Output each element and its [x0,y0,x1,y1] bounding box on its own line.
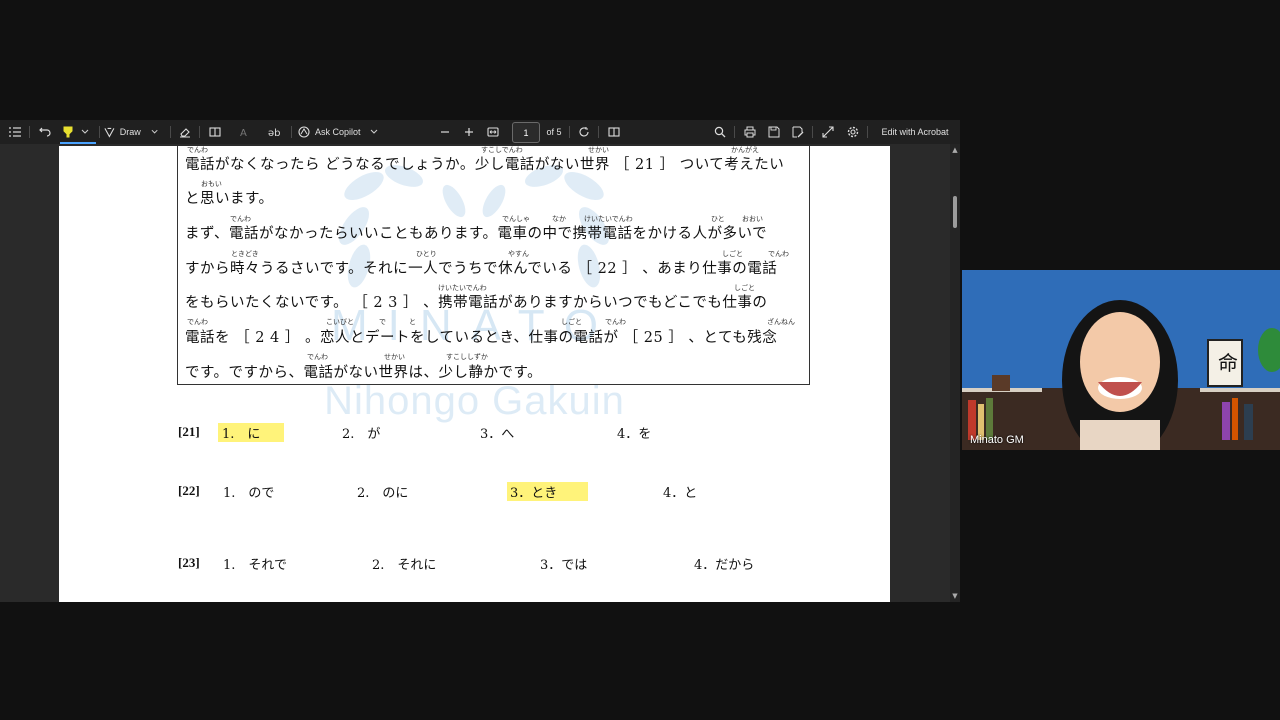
read-aloud-icon[interactable]: əb [266,120,286,144]
option-21-2[interactable]: 2. が [342,423,380,442]
question-22: [22] [178,483,200,499]
zoom-out-icon[interactable] [436,120,454,144]
edit-with-acrobat-button[interactable]: Edit with Acrobat [874,120,956,144]
option-22-3[interactable]: 3．とき [507,482,588,501]
question-21: [21] [178,424,200,440]
svg-text:əb: əb [268,128,281,138]
contents-icon[interactable] [6,120,24,144]
undo-icon[interactable] [36,120,54,144]
print-icon[interactable] [741,120,759,144]
page-view-icon[interactable] [605,120,623,144]
passage-line: です。ですから、電話がない世界は、少し静かです。 [185,365,543,381]
option-22-4[interactable]: 4．と [663,482,697,501]
pdf-page: MINATO Nihongo Gakuin でんわ すこしでんわ せかい かんが… [59,146,890,602]
gear-icon[interactable] [844,120,862,144]
option-23-4[interactable]: 4．だから [694,554,754,573]
option-21-4[interactable]: 4．を [617,423,651,442]
copilot-icon [298,126,310,138]
passage-line: と思います。 [185,191,274,207]
option-21-1[interactable]: 1. に [218,423,284,442]
question-number: [23] [178,555,200,570]
chevron-down-icon [370,129,377,134]
passage-line: 電話を ［ 2 4 ］ 。恋人とデートをしているとき、仕事の電話が ［ 25 ］… [185,330,778,346]
question-number: [22] [178,483,200,498]
participant-video: 命 Minato GM [962,270,1280,450]
passage-line: すから時々うるさいです。それに一人でうちで休んでいる ［ 22 ］ 、あまり仕事… [185,261,778,277]
page-number-input[interactable]: 1 [512,122,540,143]
search-icon[interactable] [711,120,729,144]
zoom-in-icon[interactable] [460,120,478,144]
passage-line: まず、電話がなかったらいいこともあります。電車の中で携帯電話をかける人が多いで [185,226,768,242]
fit-width-icon[interactable] [484,120,502,144]
chevron-down-icon [151,129,158,134]
scroll-thumb[interactable] [953,196,957,228]
option-21-3[interactable]: 3．へ [480,423,514,442]
reading-passage: でんわ すこしでんわ せかい かんがえ おもい でんわ でんしゃ なか けいたい… [177,146,810,385]
ask-copilot-button[interactable]: Ask Copilot [298,120,382,144]
document-area: MINATO Nihongo Gakuin でんわ すこしでんわ せかい かんが… [0,144,960,602]
text-format-icon: A [236,120,254,144]
pdf-toolbar: Draw A əb Ask Copilot 1 of 5 Edit with A… [0,120,960,144]
participant-name: Minato GM [970,434,1024,446]
highlight-icon[interactable] [58,120,78,144]
passage-line: 電話がなくなったら どうなるでしょうか。少し電話がない世界 ［ 21 ］ ついて… [185,157,785,173]
option-22-2[interactable]: 2. のに [357,482,408,501]
video-frame-image: 命 [962,270,1280,450]
draw-icon [104,127,115,138]
draw-label: Draw [119,127,141,137]
passage-line: をもらいたくないです。 ［ 2 3 ］ 、携帯電話がありますからいつでもどこでも… [185,295,768,311]
ask-copilot-label: Ask Copilot [315,127,361,137]
rotate-icon[interactable] [575,120,593,144]
option-23-3[interactable]: 3．では [540,554,587,573]
watermark-subtitle: Nihongo Gakuin [324,379,625,423]
save-icon[interactable] [765,120,783,144]
pdf-viewer: Draw A əb Ask Copilot 1 of 5 Edit with A… [0,120,960,602]
option-22-1[interactable]: 1. ので [223,482,274,501]
svg-text:A: A [240,128,247,138]
scroll-down-icon[interactable]: ▼ [951,592,959,600]
option-23-2[interactable]: 2. それに [372,554,436,573]
expand-icon[interactable] [819,120,837,144]
eraser-icon[interactable] [176,120,194,144]
question-number: [21] [178,424,200,439]
vertical-scrollbar[interactable]: ▲ ▼ [950,144,960,602]
scroll-up-icon[interactable]: ▲ [951,146,959,154]
save-as-icon[interactable] [789,120,807,144]
page-total: of 5 [546,127,562,137]
svg-text:命: 命 [1218,351,1238,375]
chevron-down-icon[interactable] [78,120,92,144]
option-23-1[interactable]: 1. それで [223,554,287,573]
text-box-icon[interactable] [206,120,224,144]
question-23: [23] [178,555,200,571]
draw-button[interactable]: Draw [104,120,158,144]
